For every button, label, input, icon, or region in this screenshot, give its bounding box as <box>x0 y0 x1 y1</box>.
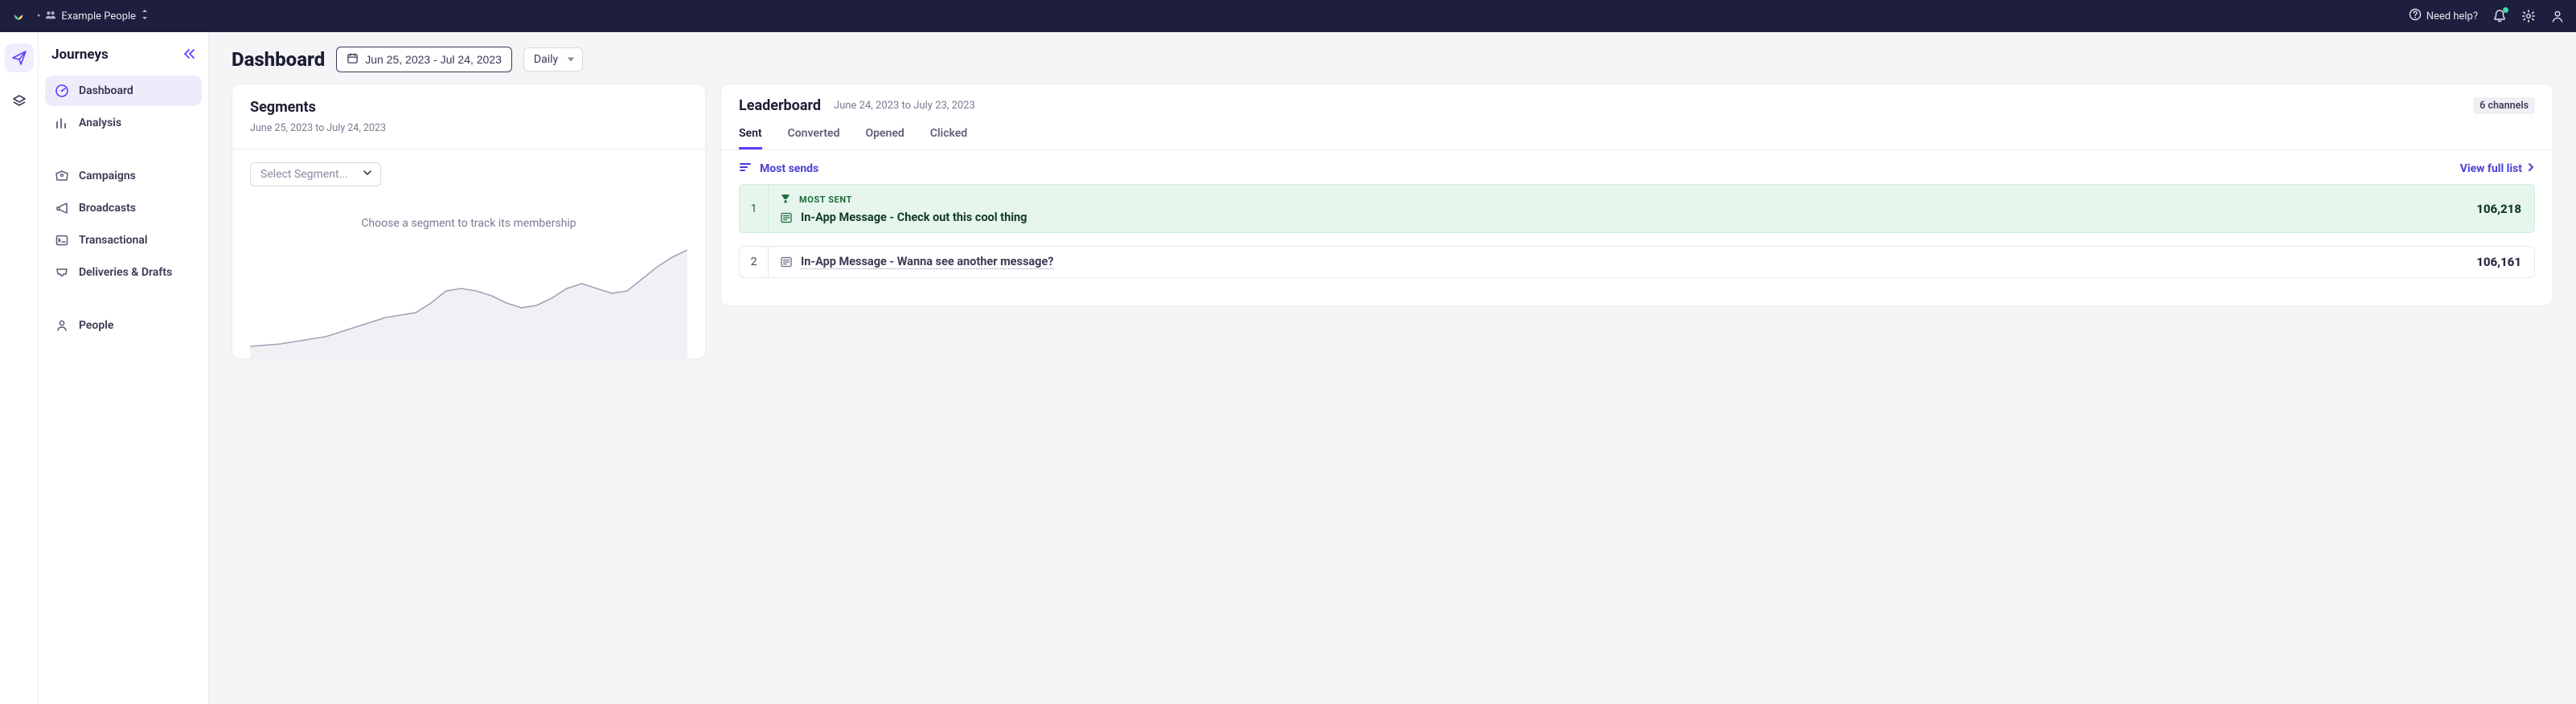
sidebar-item-label: Campaigns <box>79 170 136 182</box>
layers-icon <box>11 93 27 109</box>
sidebar-item-people[interactable]: People <box>45 310 202 341</box>
leaderboard-row[interactable]: 2 In-App Message - Wanna see another mes… <box>739 246 2535 278</box>
help-link[interactable]: Need help? <box>2409 8 2478 24</box>
tab-clicked[interactable]: Clicked <box>930 127 967 149</box>
segment-select[interactable]: Select Segment... <box>250 162 381 186</box>
tab-sent[interactable]: Sent <box>739 127 762 149</box>
help-label: Need help? <box>2426 10 2478 23</box>
sidebar-item-analysis[interactable]: Analysis <box>45 108 202 138</box>
sidebar-item-label: Deliveries & Drafts <box>79 266 172 279</box>
leaderboard-value: 106,161 <box>2446 247 2534 277</box>
leaderboard-tag-text: MOST SENT <box>799 194 852 205</box>
sidebar-item-transactional[interactable]: Transactional <box>45 225 202 256</box>
tab-converted[interactable]: Converted <box>788 127 840 149</box>
sort-icon <box>739 162 752 176</box>
dirty-indicator: • <box>37 10 40 23</box>
leaderboard-value: 106,218 <box>2446 185 2534 232</box>
app-logo <box>11 11 26 21</box>
segments-chart <box>250 238 687 358</box>
message-icon <box>780 256 793 268</box>
tag-icon <box>55 169 69 183</box>
leaderboard-name: In-App Message - Check out this cool thi… <box>780 211 2434 224</box>
section-label-text: Most sends <box>760 162 818 175</box>
segments-title: Segments <box>250 99 687 116</box>
sidebar-title: Journeys <box>51 47 109 63</box>
sidebar-item-label: Transactional <box>79 234 148 247</box>
sidebar-item-label: People <box>79 319 113 332</box>
frequency-select[interactable]: Daily <box>523 47 583 72</box>
nav-list-primary: Dashboard Analysis <box>45 76 202 138</box>
lotus-icon <box>11 11 26 21</box>
tab-opened[interactable]: Opened <box>865 127 904 149</box>
date-range-label: Jun 25, 2023 - Jul 24, 2023 <box>365 53 502 66</box>
chevron-down-icon <box>363 168 372 181</box>
sidebar-item-label: Analysis <box>79 117 121 129</box>
account-button[interactable] <box>2550 9 2565 23</box>
sidebar: Journeys Dashboard Analysis <box>39 32 209 704</box>
header-right: Need help? <box>2409 8 2565 24</box>
sidebar-item-broadcasts[interactable]: Broadcasts <box>45 193 202 223</box>
user-icon <box>55 318 69 333</box>
bar-chart-icon <box>55 116 69 130</box>
segments-hint: Choose a segment to track its membership <box>250 217 687 230</box>
segment-select-placeholder: Select Segment... <box>260 168 348 181</box>
rail-layers[interactable] <box>5 87 34 116</box>
message-icon <box>780 211 793 224</box>
leaderboard-table: 1 MOST SENT <box>721 184 2553 305</box>
notification-badge <box>2503 7 2508 13</box>
sidebar-item-label: Dashboard <box>79 84 133 97</box>
leaderboard-name-text: In-App Message - Wanna see another messa… <box>801 255 1054 269</box>
terminal-icon <box>55 233 69 248</box>
gauge-icon <box>55 84 69 98</box>
calendar-icon <box>347 52 359 67</box>
help-icon <box>2409 8 2422 24</box>
settings-button[interactable] <box>2521 9 2536 23</box>
chevron-right-icon <box>2527 162 2535 175</box>
collapse-sidebar-button[interactable] <box>183 47 195 63</box>
leaderboard-card: Leaderboard June 24, 2023 to July 23, 20… <box>720 84 2553 306</box>
view-full-list-link[interactable]: View full list <box>2460 162 2535 175</box>
inbox-icon <box>55 265 69 280</box>
sidebar-item-deliveries[interactable]: Deliveries & Drafts <box>45 257 202 288</box>
gear-icon <box>2521 9 2536 23</box>
user-icon <box>2550 9 2565 23</box>
leaderboard-title: Leaderboard <box>739 97 821 114</box>
page-header: Dashboard Jun 25, 2023 - Jul 24, 2023 Da… <box>232 47 2553 72</box>
up-down-icon <box>141 9 149 23</box>
leaderboard-rank: 1 <box>740 185 769 232</box>
leaderboard-tabs: Sent Converted Opened Clicked <box>721 121 2553 150</box>
chevrons-left-icon <box>183 48 195 59</box>
paper-plane-icon <box>11 50 27 66</box>
leaderboard-rank: 2 <box>740 247 769 277</box>
sidebar-item-label: Broadcasts <box>79 202 136 215</box>
leaderboard-tag: MOST SENT <box>780 193 2434 206</box>
people-icon <box>45 10 56 23</box>
nav-list-tertiary: People <box>45 310 202 341</box>
workspace-name: Example People <box>61 10 136 23</box>
channels-chip[interactable]: 6 channels <box>2473 97 2535 114</box>
date-range-picker[interactable]: Jun 25, 2023 - Jul 24, 2023 <box>336 47 512 72</box>
leaderboard-section-label: Most sends <box>739 162 818 176</box>
workspace-switcher[interactable]: • Example People <box>37 9 149 23</box>
rail-journeys[interactable] <box>5 43 34 72</box>
nav-rail <box>0 32 39 704</box>
app-header: • Example People Need help? <box>0 0 2576 32</box>
frequency-value: Daily <box>534 53 558 66</box>
megaphone-icon <box>55 201 69 215</box>
main-content: Dashboard Jun 25, 2023 - Jul 24, 2023 Da… <box>209 32 2576 704</box>
notifications-button[interactable] <box>2492 9 2507 23</box>
leaderboard-row[interactable]: 1 MOST SENT <box>739 184 2535 233</box>
trophy-icon <box>780 193 793 206</box>
segments-card: Segments June 25, 2023 to July 24, 2023 … <box>232 84 706 359</box>
page-title: Dashboard <box>232 48 325 71</box>
leaderboard-name-text: In-App Message - Check out this cool thi… <box>801 211 1027 224</box>
leaderboard-name: In-App Message - Wanna see another messa… <box>780 255 2434 269</box>
leaderboard-date-range: June 24, 2023 to July 23, 2023 <box>834 100 975 112</box>
view-full-label: View full list <box>2460 162 2522 175</box>
sidebar-item-campaigns[interactable]: Campaigns <box>45 161 202 191</box>
segments-date-range: June 25, 2023 to July 24, 2023 <box>250 122 687 134</box>
nav-list-secondary: Campaigns Broadcasts Transactional Deliv… <box>45 161 202 288</box>
sidebar-item-dashboard[interactable]: Dashboard <box>45 76 202 106</box>
